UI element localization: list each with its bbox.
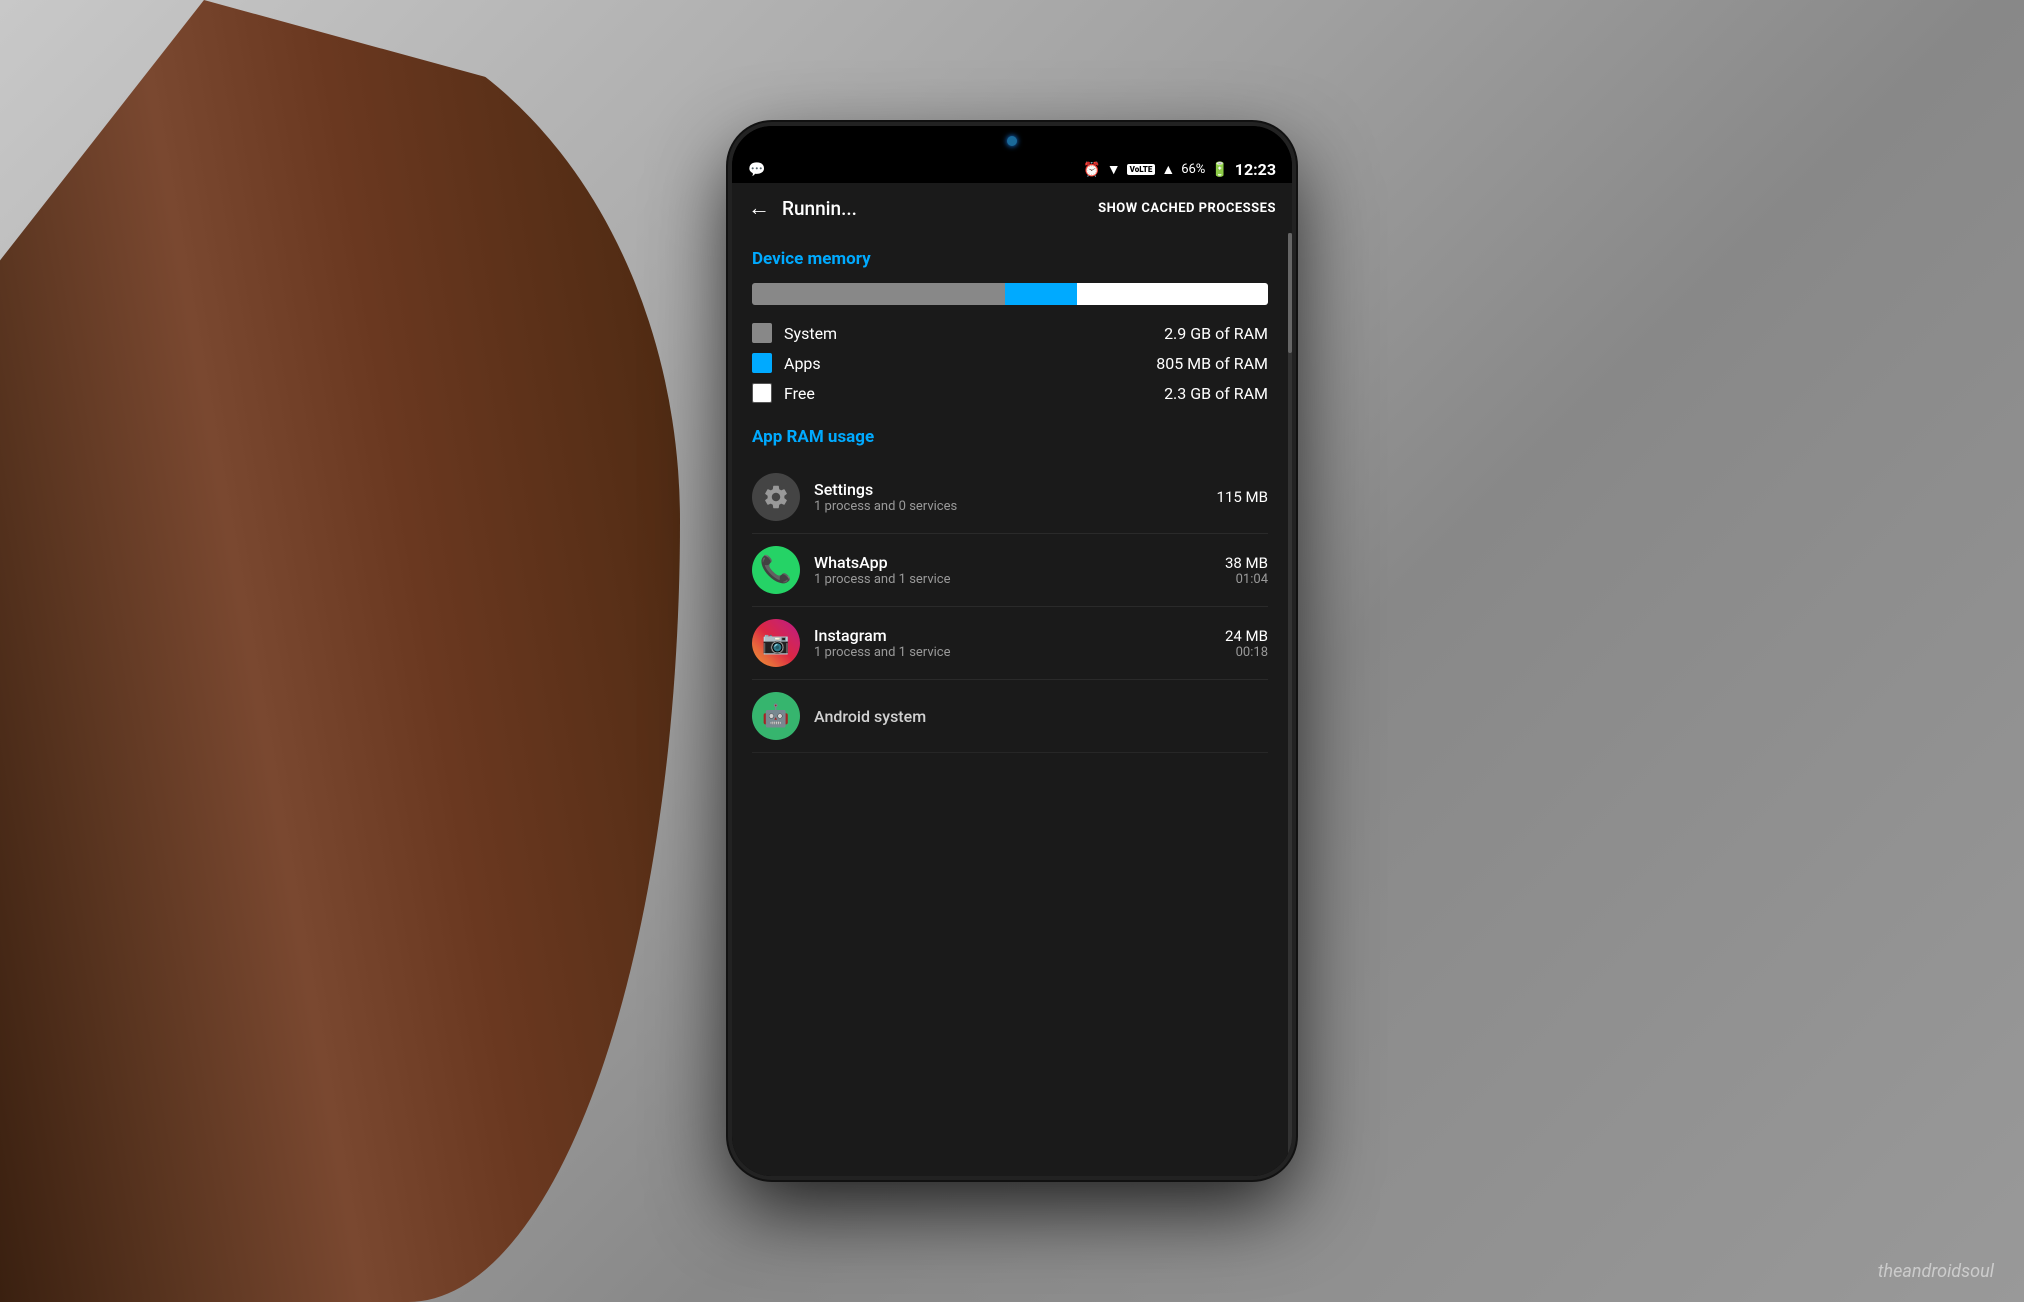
status-bar: 💬 ⏰ ▼ VoLTE ▲ 66% 🔋 12:23: [732, 156, 1292, 183]
memory-bar-apps: [1005, 283, 1077, 305]
whatsapp-app-mem: 38 MB 01:04: [1225, 554, 1268, 587]
whatsapp-app-process: 1 process and 1 service: [814, 572, 1211, 587]
phone-device: 💬 ⏰ ▼ VoLTE ▲ 66% 🔋 12:23 ← Runnin... SH…: [732, 126, 1292, 1176]
android-system-app-info: Android system: [814, 707, 1254, 726]
settings-app-mem: 115 MB: [1217, 488, 1268, 506]
whatsapp-icon-symbol: 📞: [760, 555, 792, 585]
memory-legend: System 2.9 GB of RAM Apps 805 MB of RAM …: [752, 323, 1268, 403]
battery-icon: 🔋: [1211, 162, 1228, 178]
list-item[interactable]: 🤖 Android system: [752, 680, 1268, 753]
app-ram-usage-section-title: App RAM usage: [752, 427, 1268, 447]
scrollbar[interactable]: [1288, 233, 1292, 1176]
memory-bar: [752, 283, 1268, 305]
legend-item-free: Free 2.3 GB of RAM: [752, 383, 1268, 403]
list-item[interactable]: 📞 WhatsApp 1 process and 1 service 38 MB…: [752, 534, 1268, 607]
legend-label-free: Free: [784, 384, 1152, 403]
show-cached-processes-button[interactable]: SHOW CACHED PROCESSES: [1098, 201, 1276, 216]
instagram-app-mem: 24 MB 00:18: [1225, 627, 1268, 660]
legend-color-apps: [752, 353, 772, 373]
instagram-app-icon: 📷: [752, 619, 800, 667]
legend-label-apps: Apps: [784, 354, 1144, 373]
instagram-mem-time: 00:18: [1225, 645, 1268, 660]
instagram-mem-size: 24 MB: [1225, 627, 1268, 645]
settings-app-info: Settings 1 process and 0 services: [814, 480, 1203, 514]
legend-color-system: [752, 323, 772, 343]
signal-icon: ▲: [1161, 161, 1175, 178]
legend-item-system: System 2.9 GB of RAM: [752, 323, 1268, 343]
status-bar-notifications: 💬: [748, 162, 765, 178]
alarm-icon: ⏰: [1083, 162, 1100, 178]
toolbar-title: Runnin...: [782, 197, 1086, 220]
hand-photo: [0, 0, 680, 1302]
android-system-icon: 🤖: [752, 692, 800, 740]
instagram-app-info: Instagram 1 process and 1 service: [814, 626, 1211, 660]
legend-value-system: 2.9 GB of RAM: [1164, 324, 1268, 343]
instagram-app-name: Instagram: [814, 626, 1211, 645]
legend-item-apps: Apps 805 MB of RAM: [752, 353, 1268, 373]
android-system-app-name: Android system: [814, 707, 1254, 726]
legend-value-free: 2.3 GB of RAM: [1164, 384, 1268, 403]
settings-app-process: 1 process and 0 services: [814, 499, 1203, 514]
watermark: theandroidsoul: [1878, 1261, 1994, 1282]
whatsapp-app-icon: 📞: [752, 546, 800, 594]
legend-color-free: [752, 383, 772, 403]
list-item[interactable]: 📷 Instagram 1 process and 1 service 24 M…: [752, 607, 1268, 680]
screen-content: Device memory System 2.9 GB of RAM Apps …: [732, 233, 1292, 1176]
whatsapp-mem-size: 38 MB: [1225, 554, 1268, 572]
app-list: Settings 1 process and 0 services 115 MB…: [752, 461, 1268, 753]
instagram-icon-symbol: 📷: [762, 631, 789, 656]
notification-icon: 💬: [748, 162, 765, 178]
memory-bar-system: [752, 283, 1005, 305]
settings-app-icon: [752, 473, 800, 521]
settings-app-name: Settings: [814, 480, 1203, 499]
scrollbar-thumb: [1288, 233, 1292, 353]
legend-value-apps: 805 MB of RAM: [1156, 354, 1268, 373]
back-button[interactable]: ←: [748, 195, 770, 221]
device-memory-section-title: Device memory: [752, 249, 1268, 269]
legend-label-system: System: [784, 324, 1152, 343]
status-time: 12:23: [1235, 160, 1276, 179]
instagram-app-process: 1 process and 1 service: [814, 645, 1211, 660]
settings-mem-size: 115 MB: [1217, 488, 1268, 506]
front-camera: [1007, 136, 1017, 146]
toolbar: ← Runnin... SHOW CACHED PROCESSES: [732, 183, 1292, 233]
memory-bar-free: [1077, 283, 1268, 305]
phone-notch: [732, 126, 1292, 156]
whatsapp-app-info: WhatsApp 1 process and 1 service: [814, 553, 1211, 587]
battery-percent: 66%: [1181, 162, 1205, 177]
list-item[interactable]: Settings 1 process and 0 services 115 MB: [752, 461, 1268, 534]
volte-badge: VoLTE: [1127, 164, 1156, 175]
android-icon-symbol: 🤖: [762, 704, 789, 729]
whatsapp-mem-time: 01:04: [1225, 572, 1268, 587]
whatsapp-app-name: WhatsApp: [814, 553, 1211, 572]
scrollable-area[interactable]: Device memory System 2.9 GB of RAM Apps …: [732, 233, 1288, 1176]
wifi-icon: ▼: [1107, 161, 1121, 178]
